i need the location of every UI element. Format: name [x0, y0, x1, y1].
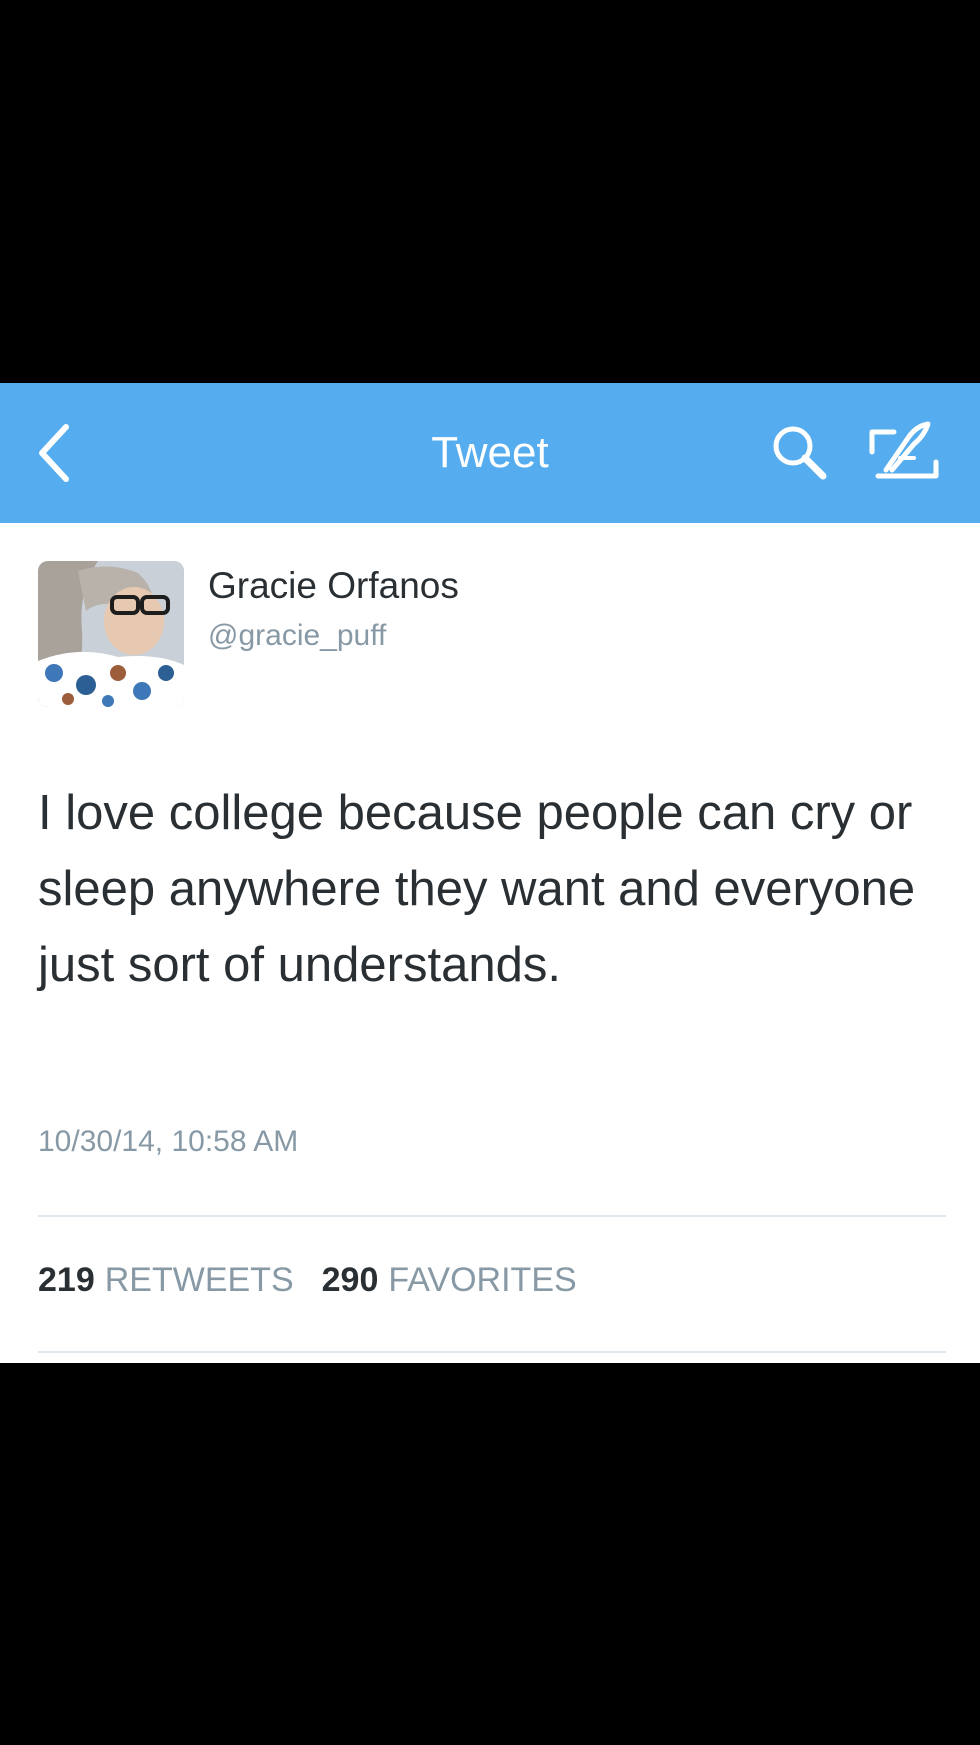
search-icon: [773, 426, 827, 480]
profile-photo-icon: [38, 561, 184, 707]
divider: [38, 1215, 946, 1217]
avatar[interactable]: [38, 561, 184, 707]
screen-name[interactable]: @gracie_puff: [208, 619, 386, 653]
tweet-text: I love college because people can cry or…: [38, 786, 916, 992]
retweets-stat[interactable]: 219 RETWEETS: [38, 1261, 294, 1300]
back-button[interactable]: [24, 413, 84, 493]
favorites-count: 290: [321, 1261, 379, 1299]
divider: [38, 1351, 946, 1353]
chevron-left-icon: [39, 424, 69, 482]
tweet-stats: 219 RETWEETS 290 FAVORITES: [38, 1261, 605, 1300]
favorites-stat[interactable]: 290 FAVORITES: [322, 1261, 577, 1300]
favorites-label: FAVORITES: [388, 1261, 577, 1299]
search-button[interactable]: [760, 415, 840, 491]
tweet-timestamp: 10/30/14, 10:58 AM: [38, 1125, 299, 1158]
tweet-card: Gracie Orfanos @gracie_puff I love colle…: [0, 523, 980, 1363]
bottom-letterbox: [0, 1363, 980, 1745]
retweets-label: RETWEETS: [104, 1261, 294, 1299]
compose-button[interactable]: [856, 415, 952, 491]
top-letterbox: [0, 0, 980, 383]
compose-icon: [869, 421, 939, 479]
nav-bar: Tweet: [0, 383, 980, 523]
retweets-count: 219: [38, 1261, 95, 1299]
display-name[interactable]: Gracie Orfanos: [208, 565, 459, 607]
